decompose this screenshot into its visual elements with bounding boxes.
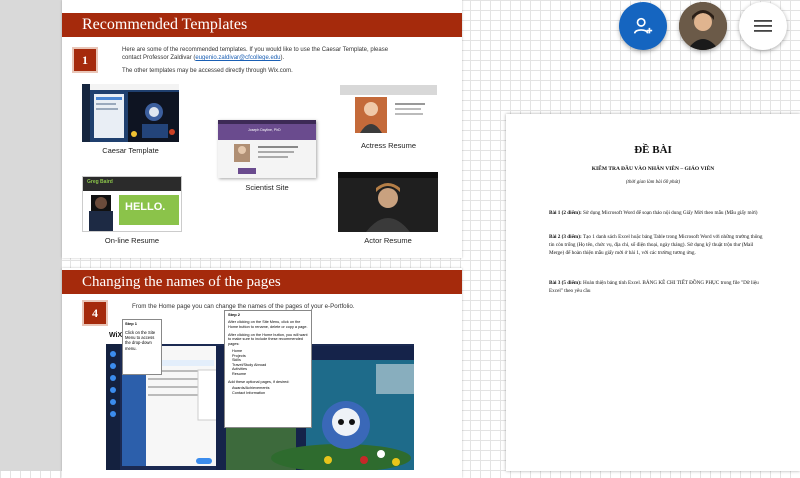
slide-title: Recommended Templates: [62, 13, 462, 37]
scientist-name: Joseph Dayline, PhD: [248, 128, 281, 132]
avatar: [679, 2, 727, 50]
step1-title: Step 1: [125, 321, 138, 326]
doc-question-3: Bài 3 (5 điểm): Hoàn thiện bảng tính Exc…: [549, 280, 759, 294]
step2-text1: After clicking on the Site Menu, click o…: [228, 320, 308, 329]
caesar-template-thumbnail: [82, 84, 179, 142]
actor-resume-thumbnail: [338, 172, 438, 232]
recommended-pages-list: Home Projects Skills Travel/Study Abroad…: [228, 349, 308, 377]
add-user-button[interactable]: [619, 2, 667, 50]
email-link[interactable]: eugenio.zaldivar@cfcollege.edu: [195, 55, 280, 61]
page-item: Contact Information: [232, 390, 266, 395]
step2-title: Step 2: [228, 312, 241, 317]
step2-callout: Step 2 After clicking on the Site Menu, …: [224, 310, 312, 428]
page-item: Resume: [232, 371, 247, 376]
online-resume-thumbnail: Greg Baird HELLO.: [82, 176, 182, 232]
slide-number: 4: [82, 300, 108, 326]
caption-actress: Actress Resume: [360, 141, 417, 150]
scientist-site-thumbnail: Joseph Dayline, PhD: [218, 120, 316, 178]
doc-question-1: Bài 1 (2 điểm): Sử dụng Microsoft Word đ…: [549, 210, 758, 216]
doc-title: ĐỀ BÀI: [634, 144, 672, 156]
exam-document-page: ĐỀ BÀI KIỂM TRA ĐẦU VÀO NHÂN VIÊN – GIÁO…: [506, 114, 800, 471]
intro-text: Here are some of the recommended templat…: [122, 47, 389, 61]
left-gutter: [0, 0, 62, 471]
wix-logo: WiX: [109, 332, 123, 339]
slide-number: 1: [72, 47, 98, 73]
step1-callout: Step 1 Click on the Site Menu to access …: [122, 319, 162, 375]
slide-recommended-templates: Recommended Templates 1 Here are some of…: [62, 0, 462, 258]
step2-text2: After clicking on the Home button, you w…: [228, 332, 308, 347]
caption-actor: Actor Resume: [364, 236, 412, 245]
other-templates-note: The other templates may be accessed dire…: [122, 68, 293, 74]
step2-text3: Add these optional pages, if desired:: [228, 379, 290, 384]
actress-resume-thumbnail: [340, 85, 437, 137]
doc-subtitle: KIỂM TRA ĐẦU VÀO NHÂN VIÊN – GIÁO VIÊN: [591, 166, 715, 172]
caption-online: On-line Resume: [104, 236, 160, 245]
avatar-button[interactable]: [679, 2, 727, 50]
doc-time-note: (thời gian làm bài 60 phút): [625, 180, 681, 185]
slide-title: Changing the names of the pages: [62, 270, 462, 294]
online-name: Greg Baird: [87, 179, 113, 185]
menu-button[interactable]: [739, 2, 787, 50]
optional-pages-list: Awards/Achievements Contact Information: [228, 386, 308, 395]
online-hello: HELLO.: [125, 201, 166, 213]
hamburger-menu-icon: [754, 20, 772, 32]
step1-text: Click on the Site Menu to access the dro…: [125, 330, 156, 351]
add-user-icon: [633, 17, 653, 34]
doc-question-2: Bài 2 (3 điểm): Tạo 1 danh sách Excel ho…: [549, 234, 763, 256]
slide-changing-page-names: Changing the names of the pages 4 From t…: [62, 268, 462, 478]
caption-caesar: Caesar Template: [102, 146, 159, 155]
caption-scientist: Scientist Site: [245, 183, 289, 192]
